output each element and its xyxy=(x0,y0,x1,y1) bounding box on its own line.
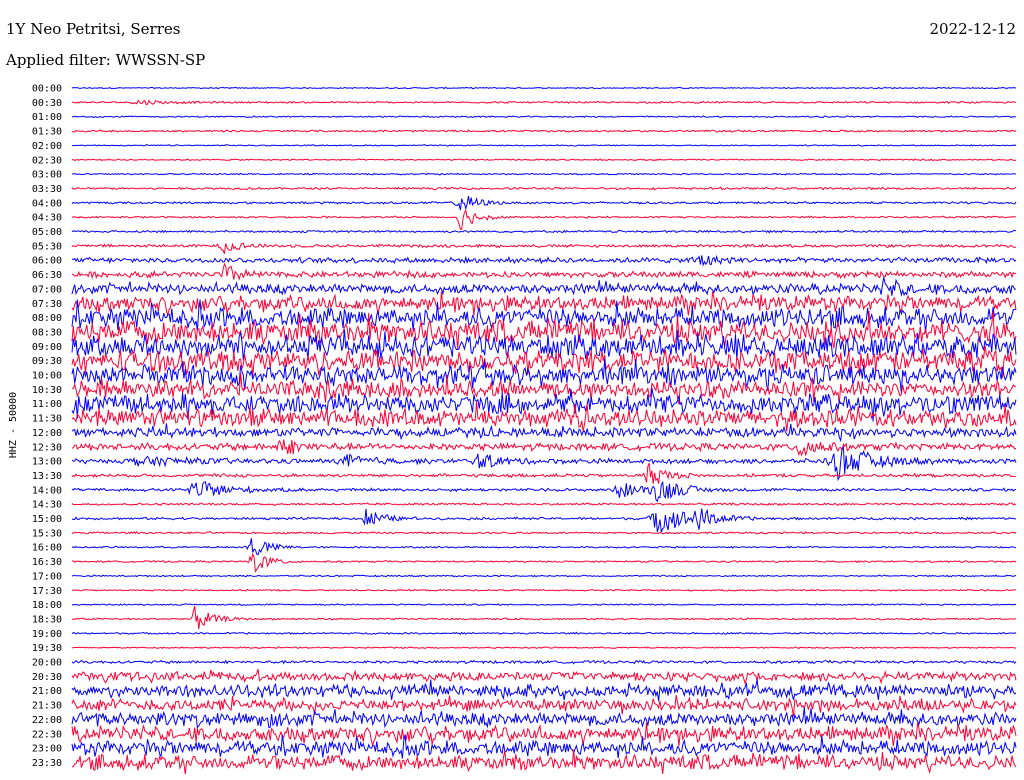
time-label: 14:00 xyxy=(32,485,62,496)
time-label: 04:00 xyxy=(32,198,62,209)
time-label: 12:30 xyxy=(32,442,62,453)
trace-line xyxy=(71,749,1017,775)
trace-line xyxy=(71,695,1017,717)
time-label: 06:00 xyxy=(32,256,62,267)
time-label: 21:00 xyxy=(32,686,62,697)
trace-line xyxy=(71,299,1017,334)
time-label: 09:30 xyxy=(32,356,62,367)
time-label: 20:00 xyxy=(32,658,62,669)
time-label: 02:00 xyxy=(32,141,62,152)
trace-line xyxy=(71,734,1017,759)
time-label: 15:30 xyxy=(32,528,62,539)
time-label: 21:30 xyxy=(32,701,62,712)
trace-line xyxy=(71,721,1017,748)
trace-line xyxy=(71,538,1017,556)
time-label: 14:30 xyxy=(32,500,62,511)
time-label: 04:30 xyxy=(32,213,62,224)
trace-line xyxy=(71,588,1017,592)
trace-line xyxy=(71,86,1017,90)
trace-line xyxy=(71,158,1017,162)
time-label: 23:30 xyxy=(32,758,62,769)
trace-line xyxy=(71,172,1017,176)
time-label: 17:00 xyxy=(32,571,62,582)
time-label: 19:00 xyxy=(32,629,62,640)
time-label: 08:30 xyxy=(32,327,62,338)
time-label: 13:00 xyxy=(32,457,62,468)
time-label: 11:30 xyxy=(32,414,62,425)
time-label: 13:30 xyxy=(32,471,62,482)
time-label: 12:00 xyxy=(32,428,62,439)
trace-line xyxy=(71,552,1017,573)
time-label: 03:00 xyxy=(32,170,62,181)
time-label: 20:30 xyxy=(32,672,62,683)
trace-line xyxy=(71,262,1017,281)
trace-line xyxy=(71,679,1017,702)
time-label: 07:30 xyxy=(32,299,62,310)
trace-line xyxy=(71,531,1017,535)
time-label: 23:00 xyxy=(32,744,62,755)
trace-line xyxy=(71,277,1017,297)
trace-line xyxy=(71,659,1017,665)
trace-line xyxy=(71,439,1017,457)
trace-line xyxy=(71,423,1017,443)
trace-line xyxy=(71,574,1017,578)
trace-line xyxy=(71,129,1017,133)
trace-line xyxy=(71,254,1017,267)
time-label: 09:00 xyxy=(32,342,62,353)
trace-line xyxy=(71,229,1017,234)
y-axis-label: HHZ - 50000 xyxy=(8,392,19,458)
trace-line xyxy=(71,195,1017,211)
trace-line xyxy=(71,186,1017,191)
time-label: 16:00 xyxy=(32,543,62,554)
trace-line xyxy=(71,605,1017,630)
time-label: 03:30 xyxy=(32,184,62,195)
helicorder-plot: 00:00 00:30 01:00 01:30 02:00 02:30 03:00 03:30… xyxy=(8,84,1017,775)
time-label: 05:30 xyxy=(32,241,62,252)
trace-line xyxy=(71,115,1017,119)
time-label: 10:00 xyxy=(32,371,62,382)
trace-line xyxy=(71,646,1017,650)
trace-line xyxy=(71,631,1017,635)
time-label: 16:30 xyxy=(32,557,62,568)
time-label: 06:30 xyxy=(32,270,62,281)
time-label: 10:30 xyxy=(32,385,62,396)
trace-line xyxy=(71,144,1017,147)
trace-line xyxy=(71,668,1017,685)
trace-line xyxy=(71,462,1017,484)
trace-line xyxy=(71,242,1017,254)
time-label: 18:00 xyxy=(32,600,62,611)
trace-line xyxy=(71,603,1017,606)
trace-line xyxy=(71,707,1017,729)
time-label: 01:30 xyxy=(32,127,62,138)
time-label: 05:00 xyxy=(32,227,62,238)
trace-line xyxy=(71,508,1016,533)
trace-line xyxy=(71,480,1017,503)
trace-line xyxy=(71,502,1017,507)
time-label: 00:30 xyxy=(32,98,62,109)
trace-line xyxy=(71,387,1017,422)
time-labels-group: 00:00 00:30 01:00 01:30 02:00 02:30 03:00 03:30… xyxy=(32,84,62,769)
time-label: 07:00 xyxy=(32,284,62,295)
trace-line xyxy=(71,99,1017,106)
time-label: 22:00 xyxy=(32,715,62,726)
time-label: 11:00 xyxy=(32,399,62,410)
trace-line xyxy=(71,291,1017,317)
time-label: 15:00 xyxy=(32,514,62,525)
time-label: 01:00 xyxy=(32,112,62,123)
time-label: 18:30 xyxy=(32,614,62,625)
traces-group xyxy=(71,86,1017,775)
time-label: 00:00 xyxy=(32,84,62,95)
time-label: 19:30 xyxy=(32,643,62,654)
time-label: 02:30 xyxy=(32,155,62,166)
trace-line xyxy=(71,209,1017,230)
time-label: 17:30 xyxy=(32,586,62,597)
time-label: 22:30 xyxy=(32,729,62,740)
time-label: 08:00 xyxy=(32,313,62,324)
